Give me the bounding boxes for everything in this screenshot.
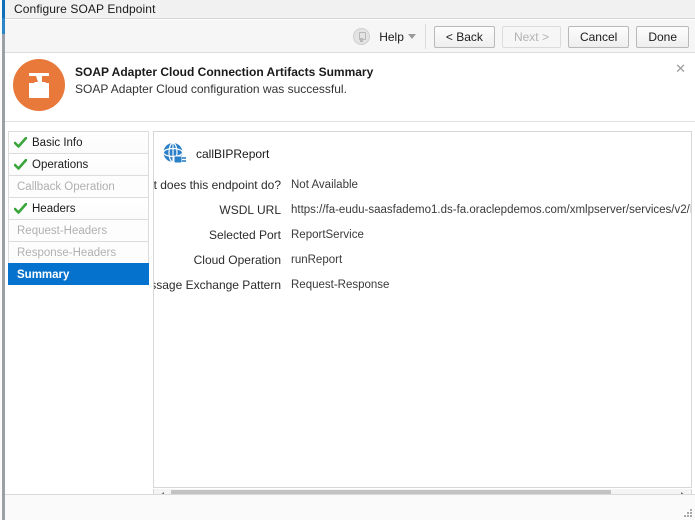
cancel-button[interactable]: Cancel — [567, 25, 630, 48]
sidebar-item-basic-info[interactable]: Basic Info — [8, 131, 149, 153]
banner-subtitle: SOAP Adapter Cloud configuration was suc… — [75, 82, 347, 96]
title-bar: Configure SOAP Endpoint — [5, 0, 695, 19]
chevron-down-icon[interactable] — [407, 34, 416, 39]
sidebar-item-callback-operation: Callback Operation — [8, 175, 149, 197]
configure-soap-endpoint-dialog: Configure SOAP Endpoint Help < Back Next… — [0, 0, 695, 520]
sidebar-item-label: Operations — [32, 159, 89, 171]
banner-title: SOAP Adapter Cloud Connection Artifacts … — [75, 65, 374, 79]
summary-banner: SOAP Adapter Cloud Connection Artifacts … — [5, 54, 695, 122]
field-row: WSDL URL https://fa-eudu-saasfademo1.ds-… — [154, 198, 691, 223]
field-label: Selected Port — [208, 228, 281, 242]
check-icon — [14, 203, 27, 214]
field-label: Cloud Operation — [193, 253, 281, 267]
close-icon[interactable]: ✕ — [675, 62, 686, 75]
next-button: Next > — [501, 25, 561, 48]
service-name: callBIPReport — [196, 147, 270, 161]
back-button[interactable]: < Back — [433, 25, 495, 48]
field-label: Message Exchange Pattern — [154, 278, 281, 292]
summary-panel: callBIPReport What does this endpoint do… — [153, 131, 692, 488]
check-icon — [14, 137, 27, 148]
field-row: Selected Port ReportService — [154, 223, 691, 248]
summary-field-list: What does this endpoint do? Not Availabl… — [154, 173, 691, 298]
field-label: WSDL URL — [219, 203, 281, 217]
sidebar-item-label: Headers — [32, 203, 76, 215]
done-button[interactable]: Done — [636, 25, 689, 48]
toolbar-divider — [424, 24, 426, 49]
field-row: Cloud Operation runReport — [154, 248, 691, 273]
field-row: What does this endpoint do? Not Availabl… — [154, 173, 691, 198]
field-row: Message Exchange Pattern Request-Respons… — [154, 273, 691, 298]
status-bar — [5, 494, 695, 520]
web-service-globe-icon — [162, 142, 186, 164]
sidebar-item-summary[interactable]: Summary — [8, 263, 149, 285]
sidebar-item-label: Response-Headers — [17, 247, 117, 259]
check-icon — [14, 159, 27, 170]
page-title: Configure SOAP Endpoint — [14, 2, 156, 16]
sidebar-item-operations[interactable]: Operations — [8, 153, 149, 175]
sidebar-item-label: Request-Headers — [17, 225, 108, 237]
service-header: callBIPReport — [162, 142, 269, 166]
field-value: runReport — [291, 254, 343, 266]
sidebar-item-label: Summary — [17, 269, 70, 281]
field-value: Request-Response — [291, 279, 390, 291]
wizard-body: Basic Info Operations Callback Operation… — [5, 123, 695, 504]
inbox-download-icon — [13, 59, 65, 111]
wizard-toolbar: Help < Back Next > Cancel Done — [5, 20, 695, 53]
wizard-step-list: Basic Info Operations Callback Operation… — [8, 131, 149, 285]
sidebar-item-label: Callback Operation — [17, 181, 115, 193]
field-value: ReportService — [291, 229, 364, 241]
field-value: Not Available — [291, 179, 358, 191]
help-link[interactable]: Help — [379, 30, 404, 44]
sidebar-item-request-headers: Request-Headers — [8, 219, 149, 241]
help-badge-icon — [353, 28, 371, 45]
field-label: What does this endpoint do? — [153, 178, 281, 192]
sidebar-item-response-headers: Response-Headers — [8, 241, 149, 263]
sidebar-item-label: Basic Info — [32, 137, 83, 149]
field-value: https://fa-eudu-saasfademo1.ds-fa.oracle… — [291, 204, 691, 216]
sidebar-item-headers[interactable]: Headers — [8, 197, 149, 219]
resize-grip-icon[interactable] — [681, 506, 692, 517]
